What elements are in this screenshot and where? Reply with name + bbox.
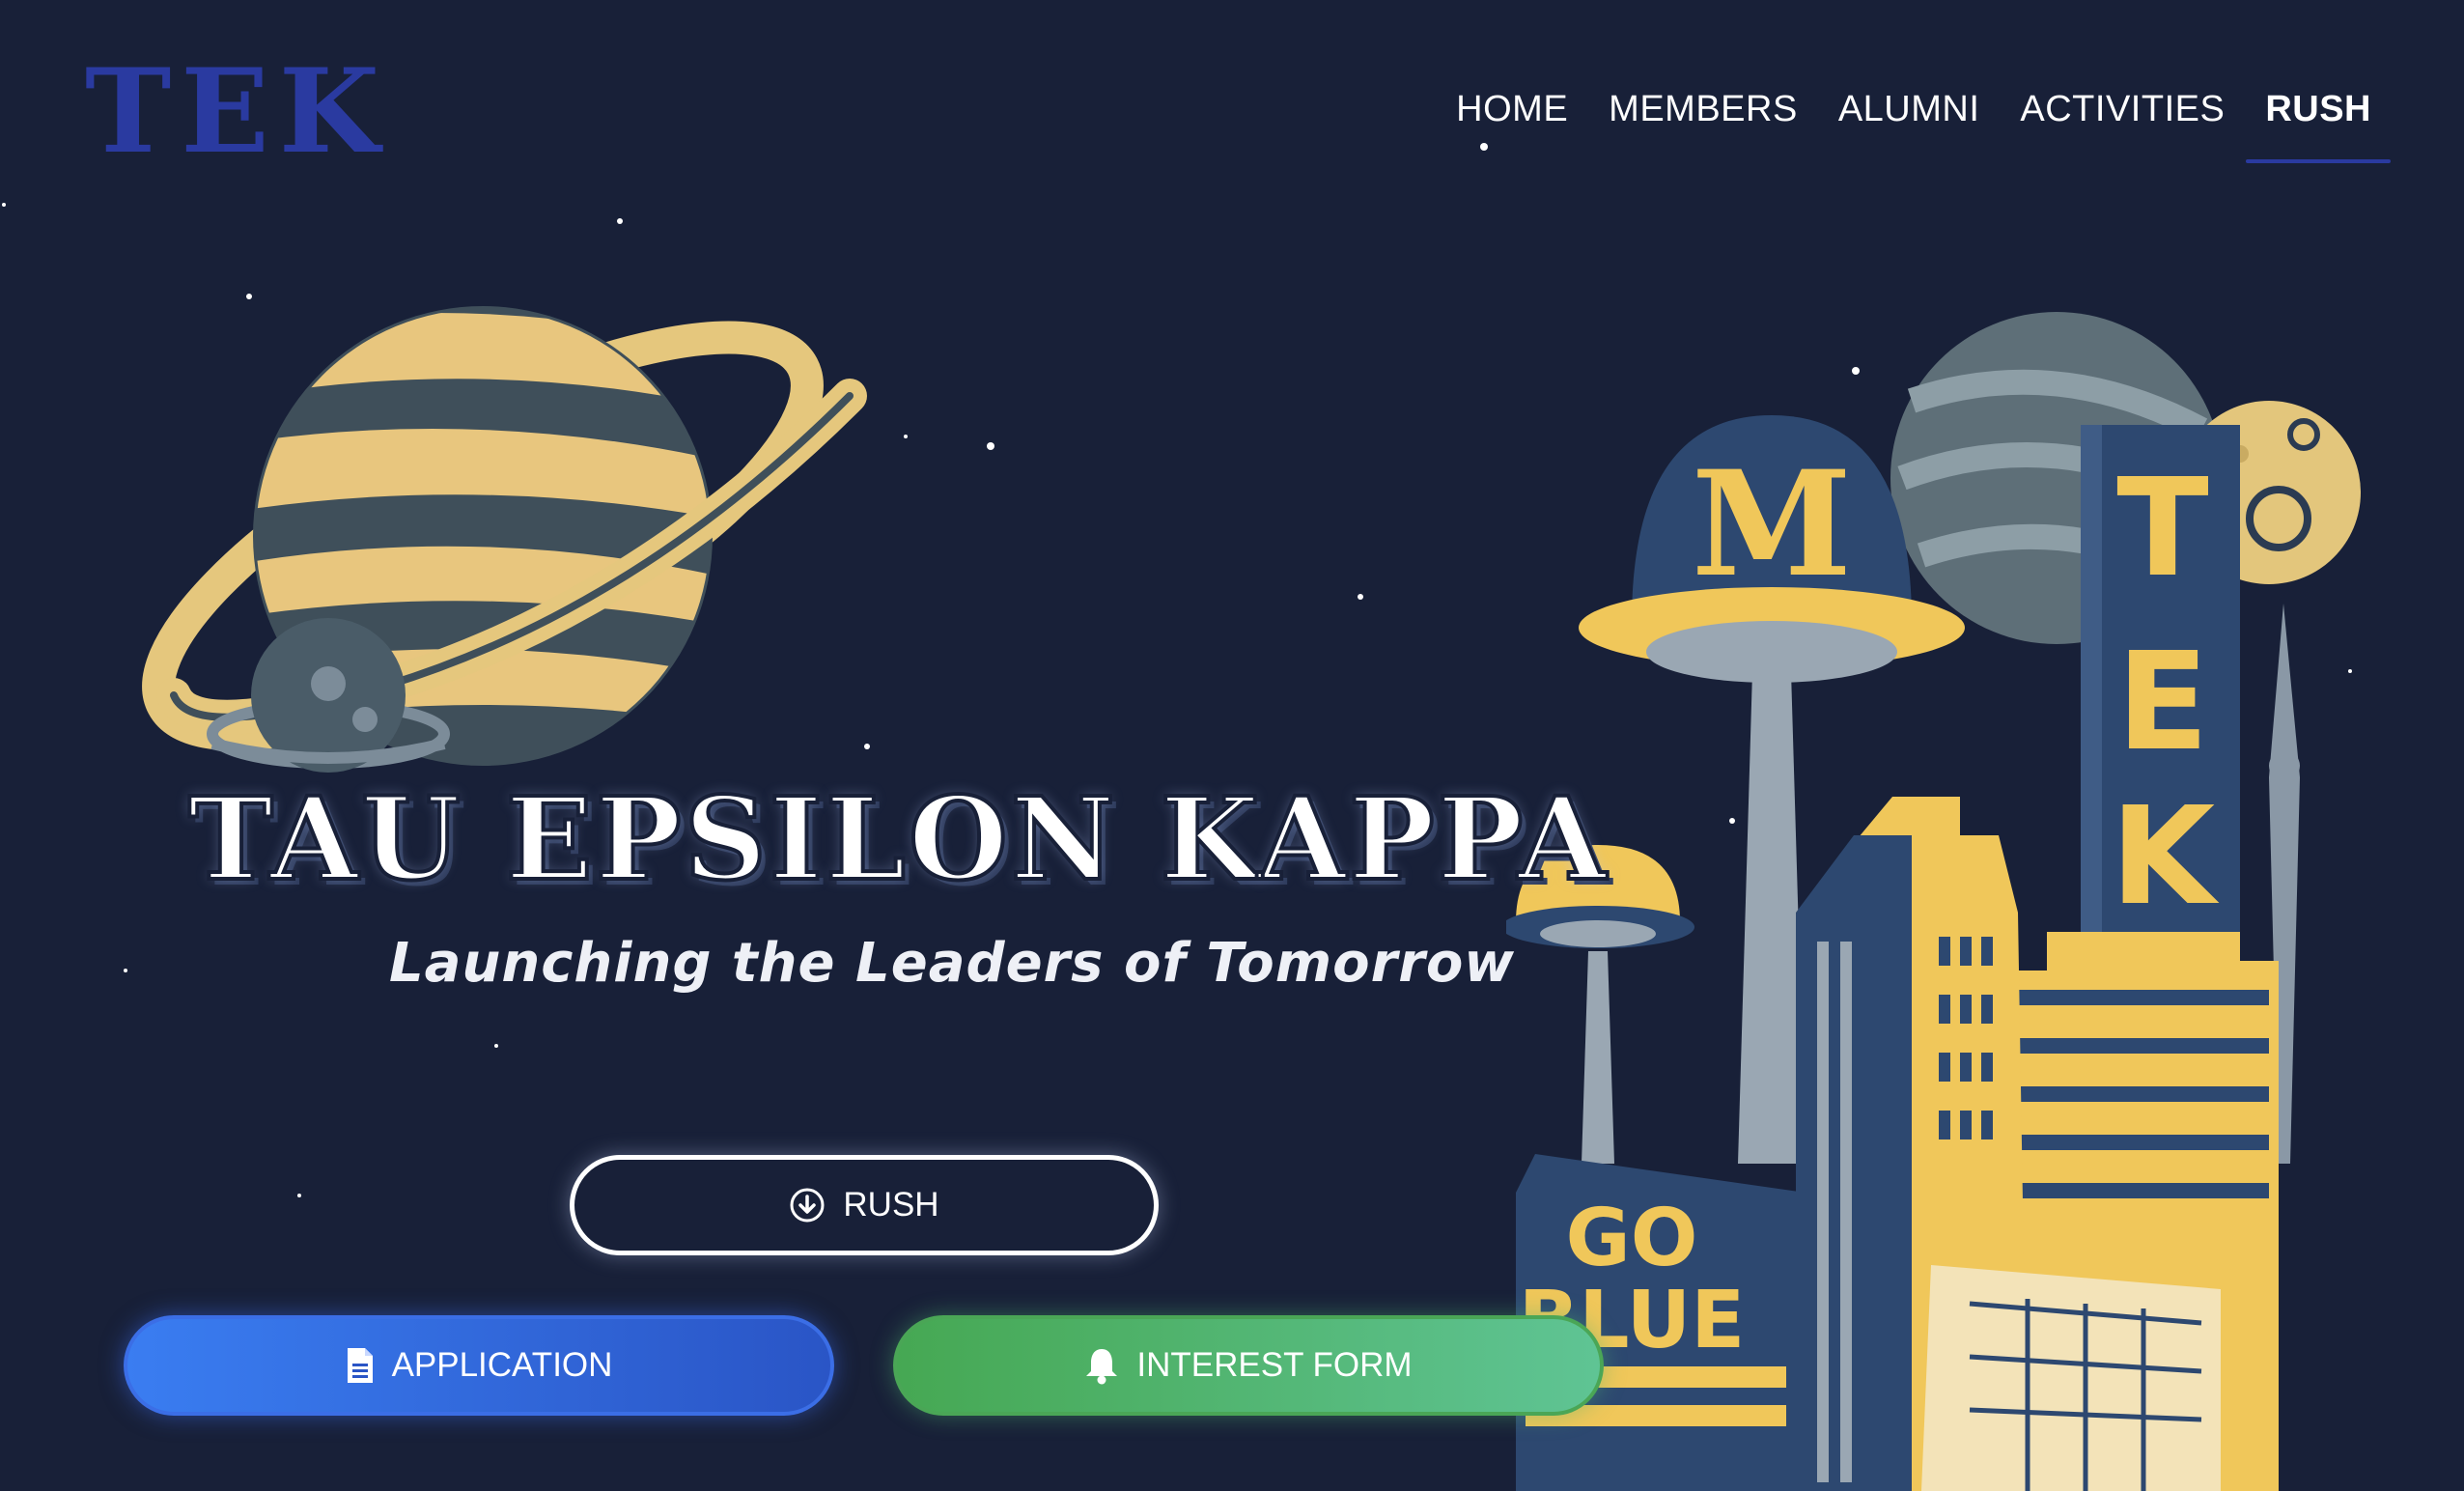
nav-home[interactable]: HOME: [1456, 89, 1568, 163]
hero-tagline: Launching the Leaders of Tomorrow: [389, 932, 1516, 995]
site-logo[interactable]: TEK: [85, 54, 389, 170]
application-button[interactable]: APPLICATION: [124, 1315, 834, 1416]
hero-title: TAU EPSILON KAPPA: [186, 772, 1610, 906]
interest-form-button-label: INTEREST FORM: [1136, 1346, 1413, 1384]
nav-activities[interactable]: ACTIVITIES: [2020, 89, 2225, 163]
saturn-illustration: [142, 306, 867, 773]
nav-alumni[interactable]: ALUMNI: [1838, 89, 1980, 163]
rush-button[interactable]: RUSH: [570, 1155, 1159, 1255]
application-button-label: APPLICATION: [391, 1346, 613, 1384]
tower-letter-1: T: [2116, 450, 2209, 607]
tower-letter-2: E: [2116, 624, 2209, 781]
tower-letter-3: K: [2111, 778, 2220, 936]
main-nav: HOME MEMBERS ALUMNI ACTIVITIES RUSH: [1456, 89, 2391, 163]
dome-letter: M: [1692, 439, 1852, 609]
rush-button-label: RUSH: [843, 1186, 939, 1224]
city-illustration: M T E K GO BLUE: [1506, 312, 2361, 1491]
document-icon: [346, 1346, 375, 1385]
bell-icon: [1084, 1346, 1119, 1385]
download-circle-icon: [789, 1187, 826, 1224]
nav-members[interactable]: MEMBERS: [1609, 89, 1798, 163]
sign-line-1: GO: [1565, 1193, 1697, 1284]
interest-form-button[interactable]: INTEREST FORM: [893, 1315, 1604, 1416]
nav-rush[interactable]: RUSH: [2246, 89, 2391, 163]
